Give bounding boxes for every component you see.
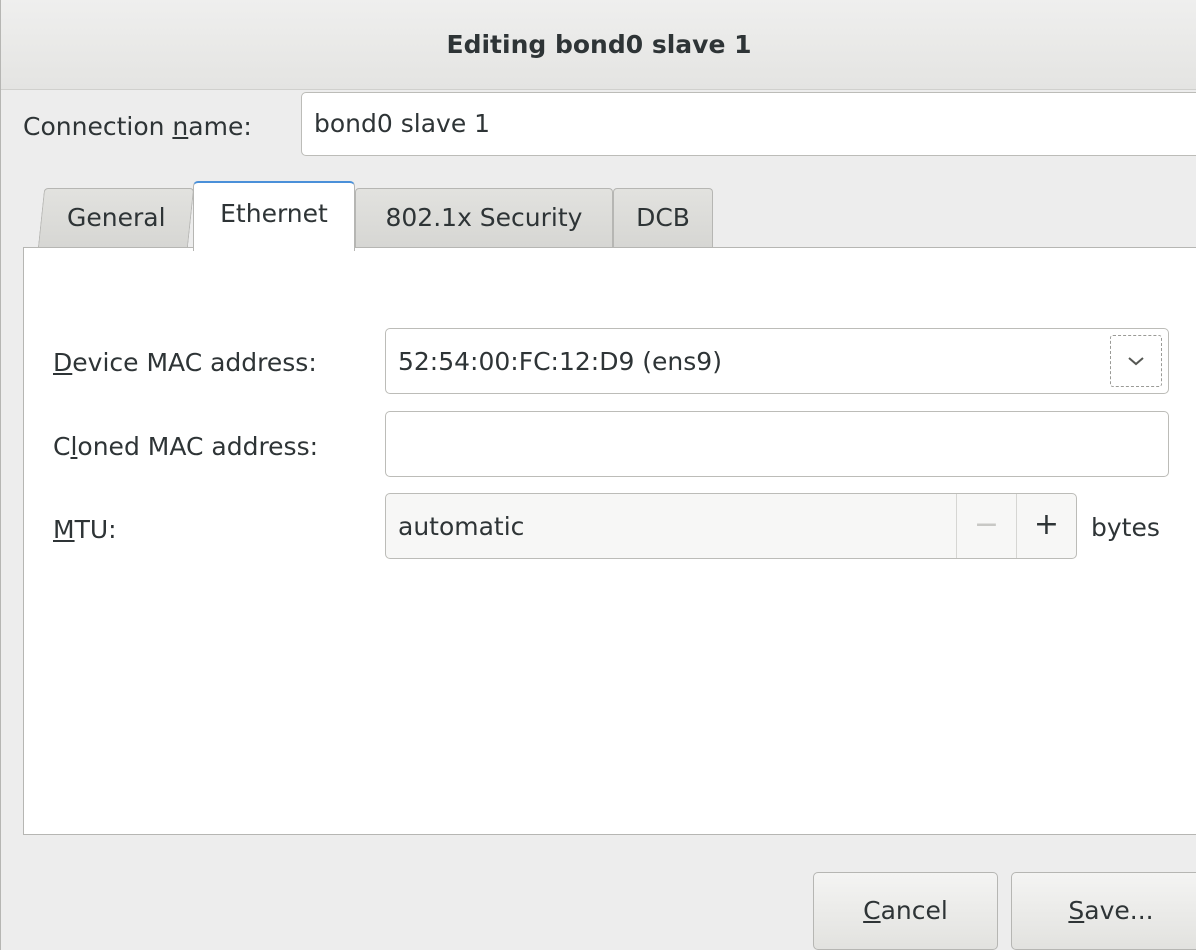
device-mac-label: Device MAC address: bbox=[53, 348, 317, 377]
mtu-label: MTU: bbox=[53, 515, 117, 544]
mtu-decrement-button[interactable]: − bbox=[956, 494, 1016, 558]
tab-dcb[interactable]: DCB bbox=[613, 188, 713, 248]
tab-802-1x-security[interactable]: 802.1x Security bbox=[355, 188, 613, 248]
connection-name-input[interactable]: bond0 slave 1 bbox=[301, 92, 1196, 156]
cancel-button[interactable]: Cancel bbox=[813, 872, 998, 950]
save-button[interactable]: Save... bbox=[1011, 872, 1196, 950]
title-bar[interactable]: Editing bond0 slave 1 bbox=[1, 0, 1196, 90]
edit-connection-dialog: Editing bond0 slave 1 Connection name: b… bbox=[0, 0, 1196, 950]
device-mac-combobox[interactable]: 52:54:00:FC:12:D9 (ens9) bbox=[385, 328, 1169, 394]
mtu-spinbutton[interactable]: automatic − + bbox=[385, 493, 1077, 559]
cloned-mac-label: Cloned MAC address: bbox=[53, 432, 319, 461]
connection-name-label: Connection name: bbox=[23, 112, 252, 141]
mtu-unit-label: bytes bbox=[1091, 513, 1160, 542]
cloned-mac-input[interactable] bbox=[385, 411, 1169, 477]
tab-ethernet[interactable]: Ethernet bbox=[193, 181, 355, 251]
mtu-value[interactable]: automatic bbox=[398, 512, 524, 541]
device-mac-value: 52:54:00:FC:12:D9 (ens9) bbox=[398, 347, 722, 376]
tab-general[interactable]: General bbox=[37, 188, 195, 248]
mtu-increment-button[interactable]: + bbox=[1016, 494, 1076, 558]
dialog-title: Editing bond0 slave 1 bbox=[446, 30, 752, 59]
chevron-down-icon[interactable] bbox=[1110, 335, 1162, 387]
